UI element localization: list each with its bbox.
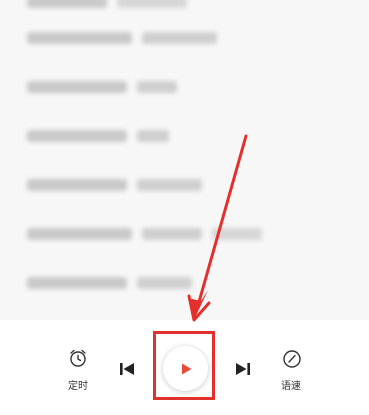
timer-button[interactable] [68, 348, 88, 368]
timer-label: 定时 [68, 381, 88, 392]
chapter-list-item[interactable] [27, 227, 262, 241]
play-icon [181, 363, 191, 374]
chapter-list-item[interactable] [27, 276, 192, 290]
next-button[interactable] [234, 360, 252, 378]
speed-button[interactable] [282, 349, 302, 369]
chapter-list-item[interactable] [27, 178, 202, 192]
chapter-list-item[interactable] [27, 0, 187, 9]
skip-previous-icon [120, 363, 134, 375]
speedometer-icon [283, 350, 301, 368]
play-button[interactable] [163, 346, 208, 391]
alarm-clock-icon [70, 349, 86, 367]
speed-label: 语速 [281, 381, 301, 392]
chapter-list-item[interactable] [27, 129, 169, 143]
skip-next-icon [236, 363, 250, 375]
chapter-list-item[interactable] [27, 80, 177, 94]
previous-button[interactable] [118, 360, 136, 378]
chapter-list [0, 0, 369, 320]
chapter-list-item[interactable] [27, 31, 217, 45]
